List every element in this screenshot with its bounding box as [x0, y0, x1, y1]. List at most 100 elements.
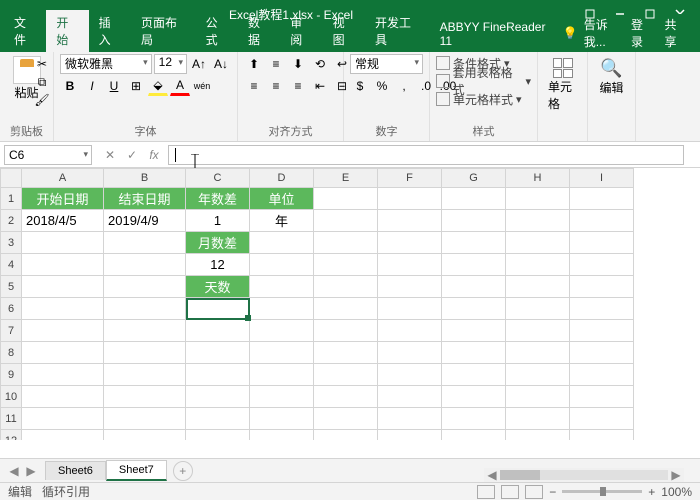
tab-abbyy[interactable]: ABBYY FineReader 11	[430, 16, 563, 52]
align-right-icon[interactable]: ≡	[288, 76, 308, 96]
table-format-button[interactable]: 套用表格格式 ▾	[436, 72, 531, 90]
row-header-10[interactable]: 10	[0, 386, 22, 408]
tab-insert[interactable]: 插入	[89, 10, 131, 52]
select-all-corner[interactable]	[0, 168, 22, 188]
font-name-select[interactable]: 微软雅黑	[60, 54, 152, 74]
cell-I7[interactable]	[570, 320, 634, 342]
cell-C2[interactable]: 1	[186, 210, 250, 232]
cell-H5[interactable]	[506, 276, 570, 298]
scroll-thumb[interactable]	[500, 470, 540, 480]
phonetic-button[interactable]: wén	[192, 76, 212, 96]
horizontal-scrollbar[interactable]: ◀ ▶	[484, 468, 684, 482]
view-layout-icon[interactable]	[501, 485, 519, 499]
cell-A11[interactable]	[22, 408, 104, 430]
cell-D8[interactable]	[250, 342, 314, 364]
scroll-track[interactable]	[500, 470, 668, 480]
cell-C1[interactable]: 年数差	[186, 188, 250, 210]
cell-A6[interactable]	[22, 298, 104, 320]
cell-B8[interactable]	[104, 342, 186, 364]
cell-E6[interactable]	[314, 298, 378, 320]
cell-A9[interactable]	[22, 364, 104, 386]
cell-G1[interactable]	[442, 188, 506, 210]
cell-D6[interactable]	[250, 298, 314, 320]
cell-E11[interactable]	[314, 408, 378, 430]
cell-D9[interactable]	[250, 364, 314, 386]
cell-A7[interactable]	[22, 320, 104, 342]
cell-B2[interactable]: 2019/4/9	[104, 210, 186, 232]
cell-H2[interactable]	[506, 210, 570, 232]
fx-icon[interactable]: fx	[144, 145, 164, 165]
cell-I8[interactable]	[570, 342, 634, 364]
row-header-7[interactable]: 7	[0, 320, 22, 342]
tab-layout[interactable]: 页面布局	[131, 10, 196, 52]
cell-G2[interactable]	[442, 210, 506, 232]
cell-C3[interactable]: 月数差	[186, 232, 250, 254]
row-header-4[interactable]: 4	[0, 254, 22, 276]
cell-C8[interactable]	[186, 342, 250, 364]
cell-G11[interactable]	[442, 408, 506, 430]
decrease-font-icon[interactable]: A↓	[211, 54, 231, 74]
cell-A2[interactable]: 2018/4/5	[22, 210, 104, 232]
bold-button[interactable]: B	[60, 76, 80, 96]
col-header-B[interactable]: B	[104, 168, 186, 188]
cell-C6[interactable]	[186, 298, 250, 320]
edit-button[interactable]: 🔍 编辑	[594, 54, 629, 100]
indent-dec-icon[interactable]: ⇤	[310, 76, 330, 96]
cell-D1[interactable]: 单位	[250, 188, 314, 210]
cell-B5[interactable]	[104, 276, 186, 298]
tab-formula[interactable]: 公式	[196, 10, 238, 52]
cell-G4[interactable]	[442, 254, 506, 276]
cell-A12[interactable]	[22, 430, 104, 440]
view-break-icon[interactable]	[525, 485, 543, 499]
cell-I4[interactable]	[570, 254, 634, 276]
cell-E2[interactable]	[314, 210, 378, 232]
cell-D11[interactable]	[250, 408, 314, 430]
tab-file[interactable]: 文件	[4, 10, 46, 52]
cell-C9[interactable]	[186, 364, 250, 386]
cell-B10[interactable]	[104, 386, 186, 408]
cell-A1[interactable]: 开始日期	[22, 188, 104, 210]
cell-I2[interactable]	[570, 210, 634, 232]
cell-E10[interactable]	[314, 386, 378, 408]
increase-font-icon[interactable]: A↑	[189, 54, 209, 74]
login-link[interactable]: 登录	[631, 16, 653, 50]
align-top-icon[interactable]: ⬆	[244, 54, 264, 74]
row-header-11[interactable]: 11	[0, 408, 22, 430]
cell-H7[interactable]	[506, 320, 570, 342]
tab-view[interactable]: 视图	[323, 10, 365, 52]
cell-F4[interactable]	[378, 254, 442, 276]
copy-icon[interactable]: ⧉	[33, 74, 51, 90]
cell-G5[interactable]	[442, 276, 506, 298]
percent-icon[interactable]: %	[372, 76, 392, 96]
cell-E1[interactable]	[314, 188, 378, 210]
cell-B9[interactable]	[104, 364, 186, 386]
font-color-button[interactable]: A	[170, 76, 190, 96]
scroll-right-icon[interactable]: ▶	[668, 467, 684, 483]
cell-H12[interactable]	[506, 430, 570, 440]
share-button[interactable]: 共享	[658, 14, 692, 52]
zoom-slider[interactable]	[562, 490, 642, 493]
row-header-12[interactable]: 12	[0, 430, 22, 440]
cell-B3[interactable]	[104, 232, 186, 254]
cell-H8[interactable]	[506, 342, 570, 364]
underline-button[interactable]: U	[104, 76, 124, 96]
cell-F7[interactable]	[378, 320, 442, 342]
cell-I3[interactable]	[570, 232, 634, 254]
cell-C7[interactable]	[186, 320, 250, 342]
row-header-9[interactable]: 9	[0, 364, 22, 386]
scroll-left-icon[interactable]: ◀	[484, 467, 500, 483]
sheet-nav-prev-icon[interactable]: ◀	[6, 463, 22, 479]
row-header-3[interactable]: 3	[0, 232, 22, 254]
cell-I9[interactable]	[570, 364, 634, 386]
cell-D2[interactable]: 年	[250, 210, 314, 232]
cell-E5[interactable]	[314, 276, 378, 298]
cell-D10[interactable]	[250, 386, 314, 408]
cell-B7[interactable]	[104, 320, 186, 342]
tab-home[interactable]: 开始	[46, 10, 88, 52]
cell-F5[interactable]	[378, 276, 442, 298]
align-middle-icon[interactable]: ≡	[266, 54, 286, 74]
cell-A4[interactable]	[22, 254, 104, 276]
cell-G7[interactable]	[442, 320, 506, 342]
italic-button[interactable]: I	[82, 76, 102, 96]
cell-F12[interactable]	[378, 430, 442, 440]
